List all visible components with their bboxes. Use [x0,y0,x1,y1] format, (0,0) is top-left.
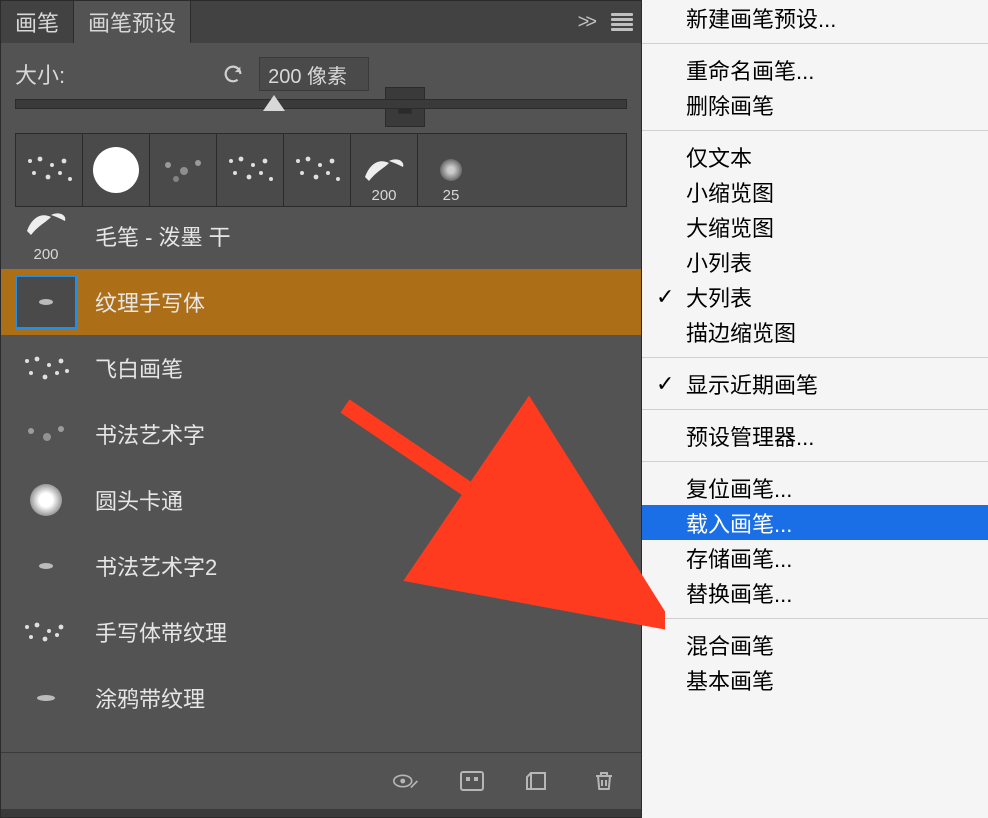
menu-item-14[interactable]: 预设管理器... [642,418,988,453]
menu-item-9-label: 大列表 [686,281,752,313]
recent-brushes-row: 200 25 [15,133,627,207]
menu-item-19-label: 替换画笔... [686,577,792,609]
size-input-value: 200 像素 [268,60,347,89]
brush-item-3[interactable]: 圆头卡通 [1,467,641,533]
horizontal-scrollbar[interactable] [1,809,641,817]
menu-item-18[interactable]: 存储画笔... [642,540,988,575]
menu-separator [642,618,988,619]
brush-presets-panel: 画笔 画笔预设 >> 大小: 200 像素 [0,0,642,818]
brush-item-4[interactable]: 书法艺术字2 [1,533,641,599]
menu-item-14-label: 预设管理器... [686,420,814,452]
menu-item-22[interactable]: 基本画笔 [642,662,988,697]
menu-item-17-label: 载入画笔... [686,507,792,539]
brush-item-first-name: 毛笔 - 泼墨 干 [95,220,231,252]
size-row: 大小: 200 像素 [1,43,641,95]
size-input[interactable]: 200 像素 [259,57,369,91]
tab-brush-presets[interactable]: 画笔预设 [74,1,191,43]
toggle-preview-icon[interactable] [391,766,421,796]
menu-item-0[interactable]: 新建画笔预设... [642,0,988,35]
brush-item-5-name: 手写体带纹理 [95,616,227,648]
brush-item-2-name: 书法艺术字 [95,418,205,450]
recent-brush-4[interactable] [284,134,351,206]
size-slider-thumb[interactable] [263,95,285,111]
brush-item-6[interactable]: 涂鸦带纹理 [1,665,641,731]
panel-menu-icon[interactable] [611,13,633,31]
menu-item-0-label: 新建画笔预设... [686,2,836,34]
size-slider-track [15,99,627,109]
menu-item-21-label: 混合画笔 [686,629,774,661]
panel-flyout-menu: 新建画笔预设... 重命名画笔...删除画笔仅文本小缩览图大缩览图小列表 ✓ 大列表描… [642,0,988,818]
menu-item-6[interactable]: 小缩览图 [642,174,988,209]
recent-brush-5[interactable]: 200 [351,134,418,206]
brush-item-6-name: 涂鸦带纹理 [95,682,205,714]
brush-item-1-name: 飞白画笔 [95,352,183,384]
menu-item-2[interactable]: 重命名画笔... [642,52,988,87]
check-icon: ✓ [656,284,674,310]
brush-item-3-name: 圆头卡通 [95,484,183,516]
menu-separator [642,461,988,462]
menu-item-12-label: 显示近期画笔 [686,368,818,400]
brush-item-4-name: 书法艺术字2 [95,550,217,582]
menu-item-8-label: 小列表 [686,246,752,278]
recent-brush-0[interactable] [16,134,83,206]
reset-size-icon[interactable] [219,62,247,86]
panel-footer [1,752,641,809]
menu-item-18-label: 存储画笔... [686,542,792,574]
menu-separator [642,357,988,358]
new-preset-icon[interactable] [523,766,553,796]
menu-item-3[interactable]: 删除画笔 [642,87,988,122]
recent-brush-3[interactable] [217,134,284,206]
check-icon: ✓ [656,371,674,397]
brush-list: 纹理手写体 飞白画笔 书法艺术字 圆头卡通 书法艺术字2 手写体带纹理 涂鸦带纹… [1,269,641,731]
menu-item-10[interactable]: 描边缩览图 [642,314,988,349]
menu-item-17[interactable]: 载入画笔... [642,505,988,540]
menu-item-3-label: 删除画笔 [686,89,774,121]
menu-item-16-label: 复位画笔... [686,472,792,504]
menu-item-9[interactable]: ✓ 大列表 [642,279,988,314]
menu-item-2-label: 重命名画笔... [686,54,814,86]
recent-brush-1[interactable] [83,134,150,206]
collapse-icon[interactable]: >> [578,11,593,34]
brush-item-first-size: 200 [15,246,77,263]
tab-brush[interactable]: 画笔 [1,1,74,43]
menu-separator [642,130,988,131]
tab-brush-label: 画笔 [15,6,59,38]
size-label: 大小: [15,58,65,90]
brush-item-0-name: 纹理手写体 [95,286,205,318]
menu-item-5[interactable]: 仅文本 [642,139,988,174]
menu-item-7[interactable]: 大缩览图 [642,209,988,244]
menu-item-22-label: 基本画笔 [686,664,774,696]
menu-item-10-label: 描边缩览图 [686,316,796,348]
menu-separator [642,409,988,410]
tab-bar: 画笔 画笔预设 >> [1,1,641,43]
snap-icon[interactable] [457,766,487,796]
tab-brush-presets-label: 画笔预设 [88,6,176,38]
size-slider[interactable] [1,95,641,109]
brush-item-5[interactable]: 手写体带纹理 [1,599,641,665]
menu-item-8[interactable]: 小列表 [642,244,988,279]
brush-item-2[interactable]: 书法艺术字 [1,401,641,467]
menu-item-16[interactable]: 复位画笔... [642,470,988,505]
recent-brush-6-size: 25 [443,187,460,204]
recent-brush-5-size: 200 [371,187,396,204]
menu-item-21[interactable]: 混合画笔 [642,627,988,662]
recent-brush-2[interactable] [150,134,217,206]
menu-item-12[interactable]: ✓ 显示近期画笔 [642,366,988,401]
brush-item-first[interactable]: 200 毛笔 - 泼墨 干 [1,207,641,269]
brush-item-1[interactable]: 飞白画笔 [1,335,641,401]
menu-item-7-label: 大缩览图 [686,211,774,243]
delete-icon[interactable] [589,766,619,796]
menu-item-19[interactable]: 替换画笔... [642,575,988,610]
menu-item-6-label: 小缩览图 [686,176,774,208]
menu-separator [642,43,988,44]
recent-brush-6[interactable]: 25 [418,134,484,206]
menu-item-5-label: 仅文本 [686,141,752,173]
brush-item-0[interactable]: 纹理手写体 [1,269,641,335]
